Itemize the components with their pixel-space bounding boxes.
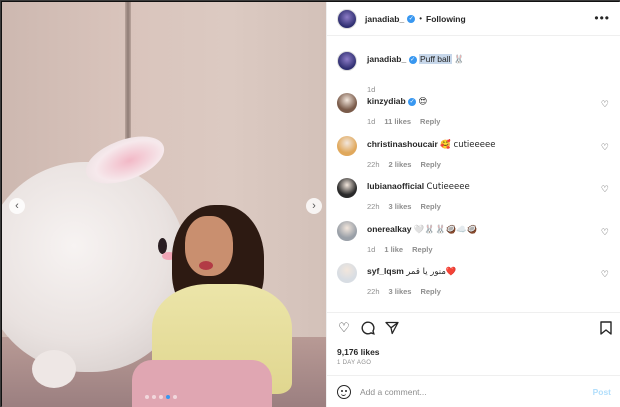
comment-row: christinashoucair 🥰 cutieeeee 22h 2 likes R… [337,135,611,170]
comment-time[interactable]: 22h [367,160,380,169]
plush-bunny-paw [32,350,76,388]
caption-emoji: 🐰 [453,55,465,65]
comment-time[interactable]: 22h [367,202,380,211]
header-separator: • [419,14,423,23]
chevron-left-icon: ‹ [15,199,19,212]
comment-like-heart-icon[interactable]: ♡ [601,99,609,110]
comment-row: kinzydiab ✓ 😍 1d 11 likes Reply ♡ [337,93,611,127]
comment-meta: 22h 3 likes Reply [367,287,450,296]
comment-row: lubianaofficial Cutieeeee 22h 3 likes Reply… [337,178,611,212]
comment-text: Cutieeeee [426,182,470,192]
add-comment-bar: Post [327,375,620,407]
save-bookmark-icon[interactable] [599,321,613,335]
avatar[interactable] [337,93,357,113]
comment-username[interactable]: kinzydiab [367,96,406,106]
comment-line: onerealkay 🤍🐰🐰🥥☁️🥥 [367,224,477,235]
reply-button[interactable]: Reply [420,117,440,126]
avatar[interactable] [337,51,357,71]
reply-button[interactable]: Reply [420,202,440,211]
carousel-prev-button[interactable]: ‹ [9,198,25,214]
following-button[interactable]: Following [426,14,466,24]
reply-button[interactable]: Reply [420,160,440,169]
comment-like-heart-icon[interactable]: ♡ [601,142,609,153]
comment-meta: 22h 3 likes Reply [367,202,450,211]
post-actions: ♡ 9,176 likes 1 DAY AGO [327,312,620,368]
comment-likes[interactable]: 3 likes [389,202,412,211]
post-dialog: ‹ › janadiab_ ✓ • Following ••• janadiab… [0,0,620,407]
comment-text: 😍 [418,97,428,107]
add-comment-input[interactable] [360,385,580,399]
header-username[interactable]: janadiab_ [365,14,404,24]
comment-time[interactable]: 22h [367,287,380,296]
comment-username[interactable]: onerealkay [367,224,411,234]
caption-line: janadiab_ ✓ Puff ball 🐰 [367,54,465,65]
comment-likes[interactable]: 3 likes [389,287,412,296]
chevron-right-icon: › [312,199,316,212]
person-pants [132,360,272,407]
reply-button[interactable]: Reply [420,287,440,296]
comment-meta: 1d 11 likes Reply [367,117,449,126]
likes-count[interactable]: 9,176 likes [337,347,380,357]
avatar[interactable] [337,263,357,283]
comment-likes[interactable]: 1 like [384,245,403,254]
comment-bubble-icon[interactable] [361,321,375,335]
emoji-smile-icon[interactable] [337,385,351,399]
reply-button[interactable]: Reply [412,245,432,254]
comment-row: syf_lqsm منور يا قمر❤️ 22h 3 likes Reply ♡ [337,263,611,297]
comment-likes[interactable]: 2 likes [389,160,412,169]
carousel-dot [159,395,163,399]
carousel-dot [173,395,177,399]
post-image[interactable]: ‹ › [2,2,326,407]
comment-time[interactable]: 1d [367,245,375,254]
like-heart-icon[interactable]: ♡ [337,321,351,335]
person-lips [199,261,213,270]
more-options-icon[interactable]: ••• [594,12,610,24]
avatar[interactable] [337,135,357,156]
share-send-icon[interactable] [385,321,399,335]
comment-text: 🥰 cutieeeee [440,139,496,150]
caption: janadiab_ ✓ Puff ball 🐰 1d [337,51,611,94]
carousel-indicator [145,395,177,399]
comment-line: christinashoucair 🥰 cutieeeee [367,139,495,150]
comment-like-heart-icon[interactable]: ♡ [601,227,609,238]
comment-username[interactable]: christinashoucair [367,139,438,149]
post-panel: janadiab_ ✓ • Following ••• janadiab_ ✓ … [326,2,620,407]
comments-list[interactable]: janadiab_ ✓ Puff ball 🐰 1d kinzydiab ✓ 😍… [327,37,620,309]
comment-username[interactable]: syf_lqsm [367,266,404,276]
avatar[interactable] [337,8,357,29]
comment-like-heart-icon[interactable]: ♡ [601,269,609,280]
carousel-dot [166,395,170,399]
avatar[interactable] [337,178,357,198]
comment-meta: 22h 2 likes Reply [367,160,450,169]
post-timestamp: 1 DAY AGO [337,360,372,366]
comment-line: kinzydiab ✓ 😍 [367,96,427,107]
comment-text: منور يا قمر❤️ [406,267,457,277]
avatar[interactable] [337,220,357,241]
comment-meta: 1d 1 like Reply [367,245,442,254]
comment-line: syf_lqsm منور يا قمر❤️ [367,266,456,277]
caption-username[interactable]: janadiab_ [367,54,406,64]
comment-line: lubianaofficial Cutieeeee [367,181,470,192]
carousel-next-button[interactable]: › [306,198,322,214]
comment-time[interactable]: 1d [367,117,375,126]
post-header: janadiab_ ✓ • Following ••• [327,2,620,36]
carousel-dot [152,395,156,399]
post-comment-button[interactable]: Post [593,387,611,397]
comment-likes[interactable]: 11 likes [384,117,411,126]
verified-badge-icon: ✓ [408,97,417,106]
verified-badge-icon: ✓ [407,14,416,23]
caption-text: Puff ball [418,54,452,64]
comment-row: onerealkay 🤍🐰🐰🥥☁️🥥 1d 1 like Reply ♡ [337,220,611,255]
comment-username[interactable]: lubianaofficial [367,181,424,191]
carousel-dot [145,395,149,399]
verified-badge-icon: ✓ [408,55,417,64]
comment-text: 🤍🐰🐰🥥☁️🥥 [413,224,478,235]
comment-like-heart-icon[interactable]: ♡ [601,184,609,195]
